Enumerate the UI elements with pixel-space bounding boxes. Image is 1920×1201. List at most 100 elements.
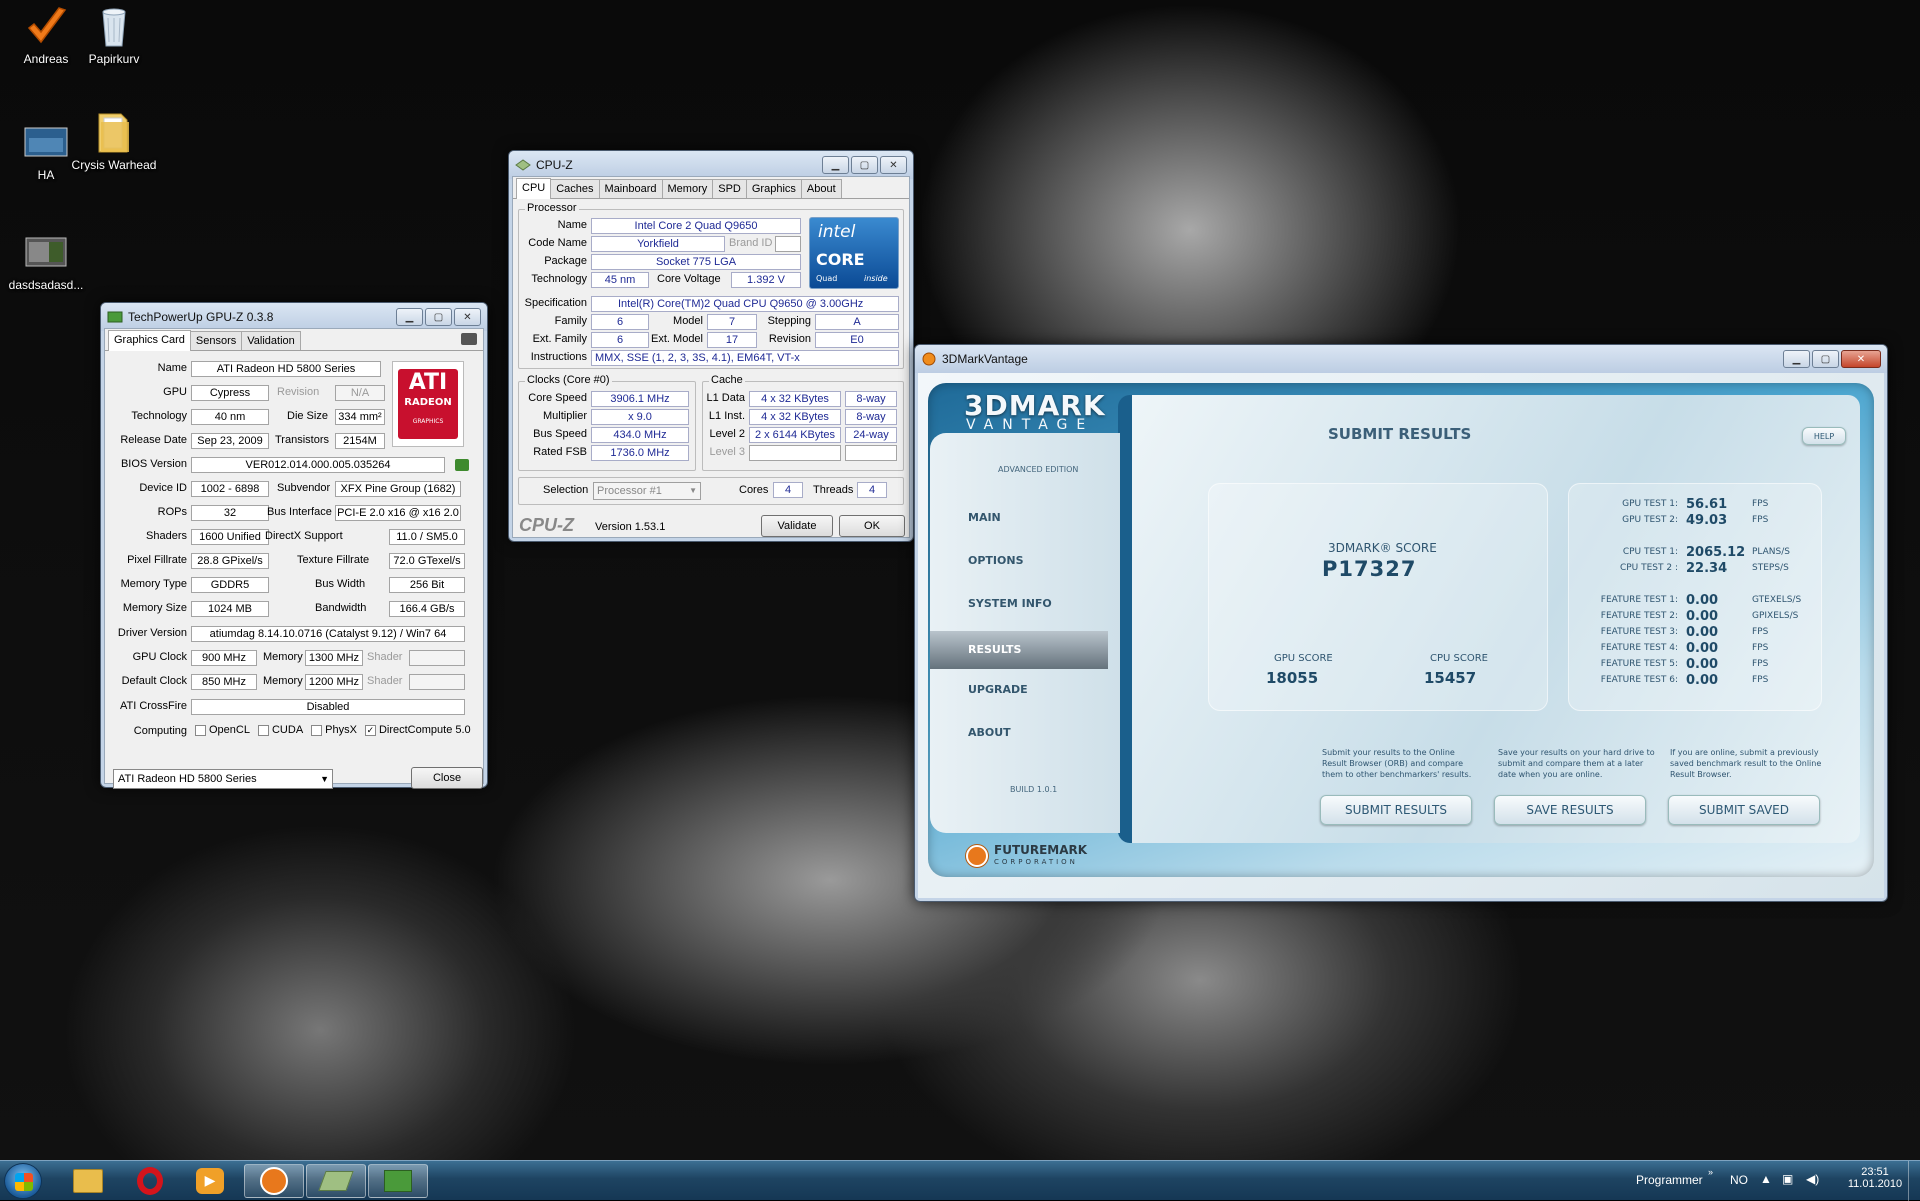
texture-fillrate-label: Texture Fillrate	[297, 554, 370, 566]
memory-size-value: 1024 MB	[191, 601, 269, 617]
save-results-button[interactable]: SAVE RESULTS	[1494, 795, 1646, 825]
test-label: CPU TEST 1:	[1622, 547, 1678, 557]
technology-value: 40 nm	[191, 409, 269, 425]
bus-width-value: 256 Bit	[389, 577, 465, 593]
tab-about[interactable]: About	[800, 179, 842, 198]
level2-label: Level 2	[709, 428, 745, 440]
show-hidden-icons[interactable]: ▲	[1760, 1172, 1772, 1186]
pixel-fillrate-label: Pixel Fillrate	[127, 554, 187, 566]
language-indicator[interactable]: NO	[1730, 1173, 1748, 1187]
tab-mainboard[interactable]: Mainboard	[598, 179, 663, 198]
maximize-button[interactable]: ▢	[851, 156, 878, 174]
test-value: 0.00	[1686, 625, 1719, 640]
close-button[interactable]: ✕	[454, 308, 481, 326]
physx-checkbox[interactable]: PhysX	[311, 724, 357, 736]
threads-label: Threads	[813, 484, 854, 496]
core-logo-text: CORE	[816, 250, 865, 269]
help-button[interactable]: HELP	[1802, 427, 1846, 445]
volume-icon[interactable]: ◀)	[1806, 1172, 1819, 1186]
cpuz-titlebar[interactable]: CPU-Z ▁ ▢ ✕	[509, 151, 913, 179]
cuda-checkbox[interactable]: CUDA	[257, 724, 303, 736]
ok-button[interactable]: OK	[839, 515, 905, 537]
tab-cpu[interactable]: CPU	[516, 178, 552, 199]
test-label: FEATURE TEST 3:	[1600, 627, 1678, 637]
desktop-icon-crysis-warhead[interactable]: Crysis Warhead	[68, 110, 160, 173]
maximize-button[interactable]: ▢	[425, 308, 452, 326]
camera-icon[interactable]	[461, 333, 477, 345]
close-button-gpuz[interactable]: Close	[411, 767, 483, 789]
menu-options[interactable]: OPTIONS	[930, 548, 1108, 580]
close-button[interactable]: ✕	[1841, 350, 1881, 368]
menu-main[interactable]: MAIN	[930, 505, 1108, 537]
taskbar-media-player[interactable]: ▶	[180, 1164, 240, 1198]
maximize-button[interactable]: ▢	[1812, 350, 1839, 368]
network-icon[interactable]: ▣	[1782, 1172, 1793, 1186]
processor-select-dropdown[interactable]: Processor #1 ▼	[593, 482, 701, 500]
vantage-titlebar[interactable]: 3DMarkVantage ▁ ▢ ✕	[915, 345, 1887, 373]
core-speed-label: Core Speed	[528, 392, 587, 404]
test-label: CPU TEST 2 :	[1619, 563, 1678, 573]
clock[interactable]: 23:51 11.01.2010	[1840, 1166, 1910, 1190]
test-value: 56.61	[1686, 497, 1728, 512]
taskbar-opera[interactable]	[120, 1164, 180, 1198]
tab-spd[interactable]: SPD	[712, 179, 747, 198]
start-button[interactable]	[4, 1163, 42, 1199]
revision-value: E0	[815, 332, 899, 348]
minimize-button[interactable]: ▁	[396, 308, 423, 326]
gpu-select-dropdown[interactable]: ATI Radeon HD 5800 Series ▼	[113, 769, 333, 789]
programs-toolbar-label[interactable]: Programmer	[1636, 1173, 1703, 1187]
desktop-icon-recycle-bin[interactable]: Papirkurv	[68, 4, 160, 67]
subvendor-label: Subvendor	[277, 482, 331, 494]
tab-graphics[interactable]: Graphics	[745, 179, 802, 198]
taskbar-cpuz[interactable]	[306, 1164, 366, 1198]
menu-results[interactable]: RESULTS	[930, 631, 1108, 669]
validate-button[interactable]: Validate	[761, 515, 833, 537]
3dmark-score-value: P17327	[1322, 557, 1417, 581]
gpu-clock-label: GPU Clock	[132, 651, 187, 663]
menu-upgrade[interactable]: UPGRADE	[930, 677, 1108, 709]
minimize-button[interactable]: ▁	[1783, 350, 1810, 368]
tab-sensors[interactable]: Sensors	[189, 331, 243, 350]
save-bios-icon[interactable]	[455, 459, 469, 471]
core-voltage-label: Core Voltage	[657, 273, 721, 285]
taskbar-3dmark[interactable]	[244, 1164, 304, 1198]
cpu-score-label: CPU SCORE	[1430, 653, 1488, 664]
tab-graphics-card[interactable]: Graphics Card	[108, 330, 191, 351]
taskbar-explorer[interactable]	[58, 1164, 118, 1198]
default-memory-label: Memory	[263, 675, 303, 687]
submit-results-description: Submit your results to the Online Result…	[1322, 748, 1472, 779]
test-value: 0.00	[1686, 673, 1719, 688]
toolbar-expand-icon[interactable]: »	[1708, 1167, 1713, 1177]
logo-radeon-text: RADEON	[404, 397, 452, 408]
tab-validation[interactable]: Validation	[241, 331, 301, 350]
submit-results-button[interactable]: SUBMIT RESULTS	[1320, 795, 1472, 825]
image-thumbnail-icon	[23, 230, 69, 274]
taskbar-gpuz[interactable]	[368, 1164, 428, 1198]
desktop-icon-dasdsadasd[interactable]: dasdsadasd...	[0, 230, 92, 293]
submit-saved-button[interactable]: SUBMIT SAVED	[1668, 795, 1820, 825]
device-id-value: 1002 - 6898	[191, 481, 269, 497]
level3-value	[749, 445, 841, 461]
gpuz-titlebar[interactable]: TechPowerUp GPU-Z 0.3.8 ▁ ▢ ✕	[101, 303, 487, 331]
menu-system-info[interactable]: SYSTEM INFO	[930, 591, 1108, 623]
close-icon: ✕	[889, 159, 898, 171]
default-memory-value: 1200 MHz	[305, 674, 363, 690]
tab-caches[interactable]: Caches	[550, 179, 600, 198]
family-value: 6	[591, 314, 649, 330]
build-label: BUILD 1.0.1	[1010, 785, 1058, 794]
test-value: 0.00	[1686, 657, 1719, 672]
family-label: Family	[554, 315, 587, 327]
clocks-group-label: Clocks (Core #0)	[525, 374, 612, 386]
opencl-checkbox[interactable]: OpenCL	[195, 724, 250, 736]
gpu-memory-value: 1300 MHz	[305, 650, 363, 666]
gpu-clock-value: 900 MHz	[191, 650, 257, 666]
bus-width-label: Bus Width	[315, 578, 366, 590]
directcompute-checkbox[interactable]: ✓ DirectCompute 5.0	[364, 724, 471, 736]
l1-inst-label: L1 Inst.	[708, 410, 745, 422]
minimize-button[interactable]: ▁	[822, 156, 849, 174]
tab-memory[interactable]: Memory	[661, 179, 714, 198]
close-button[interactable]: ✕	[880, 156, 907, 174]
menu-about[interactable]: ABOUT	[930, 720, 1108, 752]
show-desktop-button[interactable]	[1908, 1161, 1920, 1201]
cpuz-version-text: Version 1.53.1	[595, 521, 666, 533]
